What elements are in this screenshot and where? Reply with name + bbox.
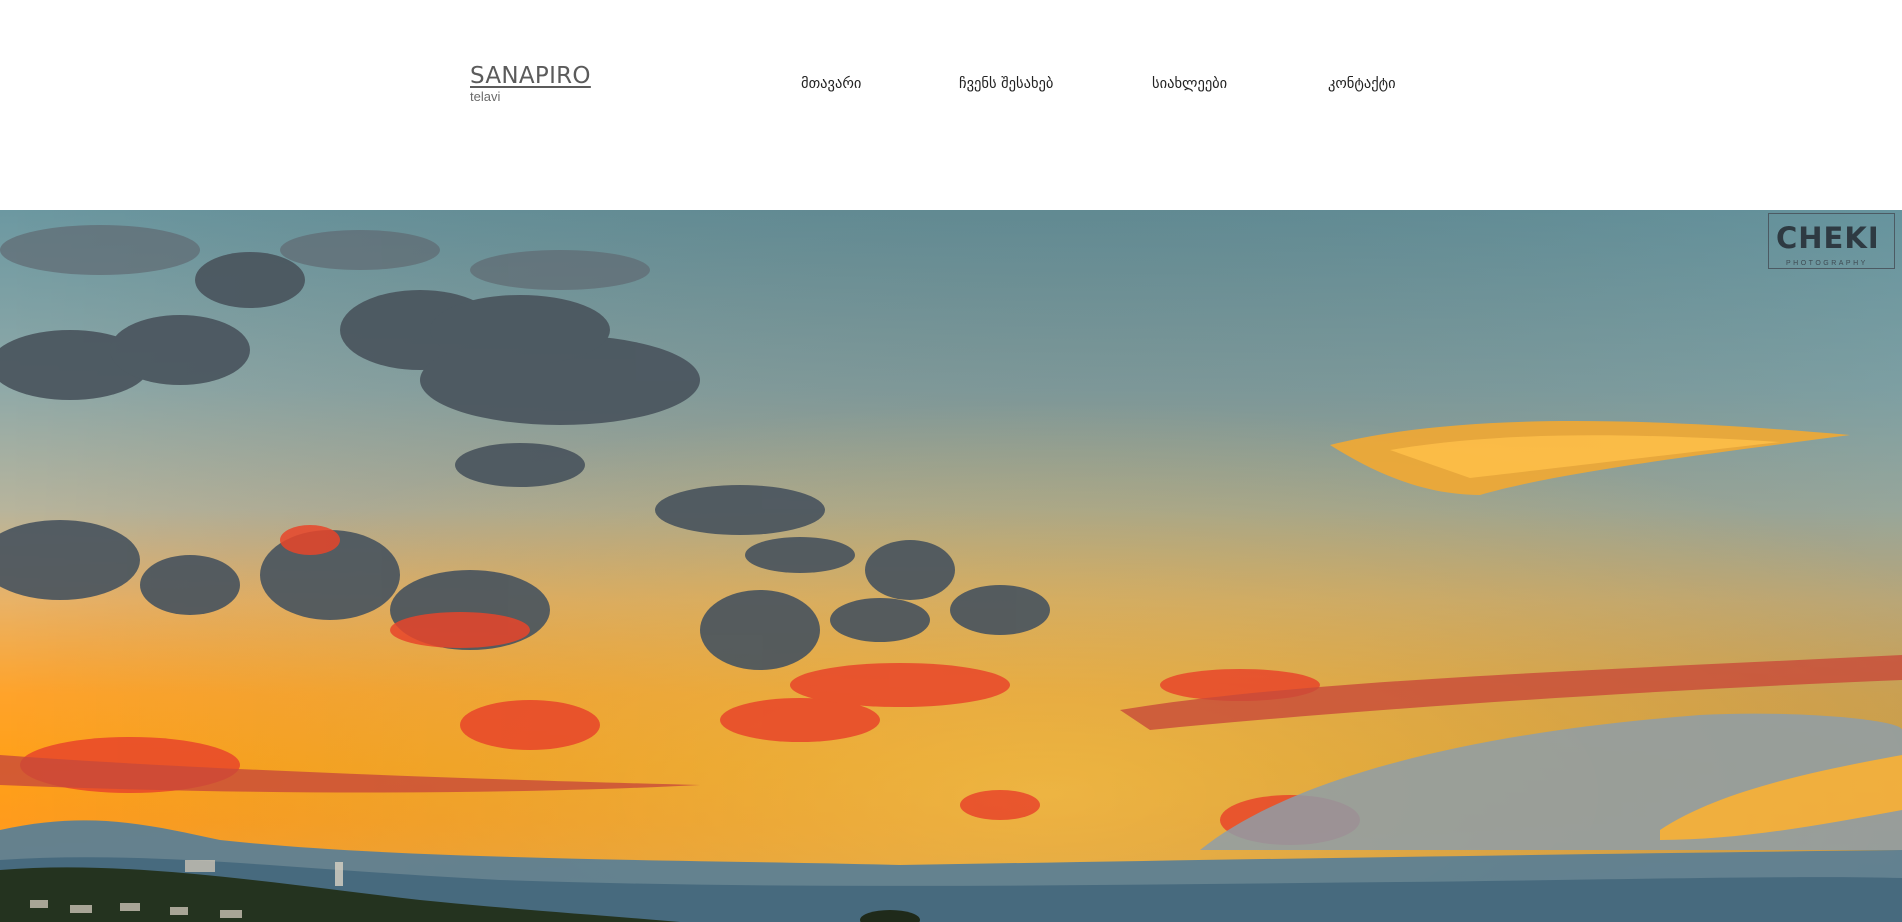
- watermark-text: CHEKI: [1776, 221, 1880, 255]
- main-nav: მთავარი ჩვენს შესახებ სიახლეები კონტაქტი: [0, 76, 1902, 100]
- hero-sunset-image: CHEKI PHOTOGRAPHY: [0, 210, 1902, 922]
- nav-item-contact[interactable]: კონტაქტი: [1328, 76, 1396, 92]
- watermark-subtext: PHOTOGRAPHY: [1786, 260, 1868, 267]
- cheki-photography-logo: CHEKI PHOTOGRAPHY: [1768, 213, 1895, 269]
- nav-item-about[interactable]: ჩვენს შესახებ: [959, 76, 1053, 92]
- nav-item-news[interactable]: სიახლეები: [1152, 76, 1227, 92]
- site-header: SANAPIRO telavi მთავარი ჩვენს შესახებ სი…: [0, 0, 1902, 210]
- sunset-landscape-image: [0, 210, 1902, 922]
- nav-item-home[interactable]: მთავარი: [801, 76, 861, 92]
